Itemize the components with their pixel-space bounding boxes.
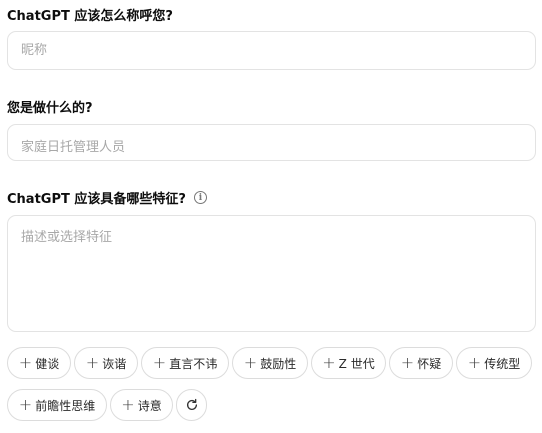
- occupation-label: 您是做什么的?: [7, 97, 93, 116]
- occupation-field-wrapper: [7, 124, 536, 161]
- trait-chip-witty[interactable]: + 诙谐: [74, 347, 138, 379]
- plus-icon: +: [152, 353, 167, 372]
- nickname-input[interactable]: [8, 32, 535, 69]
- trait-chip-poetic[interactable]: + 诗意: [110, 389, 173, 421]
- plus-icon: +: [85, 353, 100, 372]
- trait-chip-straight-shooting[interactable]: + 直言不讳: [141, 347, 229, 379]
- plus-icon: +: [243, 353, 258, 372]
- occupation-label-text: 您是做什么的?: [7, 101, 93, 116]
- chip-label: 传统型: [484, 356, 521, 371]
- plus-icon: +: [18, 395, 33, 414]
- chip-label: 直言不讳: [169, 356, 218, 371]
- chip-label: 前瞻性思维: [35, 398, 96, 413]
- nickname-label-text: ChatGPT 应该怎么称呼您?: [7, 9, 173, 24]
- trait-chip-traditional[interactable]: + 传统型: [456, 347, 532, 379]
- trait-chip-gen-z[interactable]: + Z 世代: [311, 347, 386, 379]
- plus-icon: +: [121, 395, 135, 414]
- chip-label: 健谈: [35, 356, 60, 371]
- nickname-field-wrapper: [7, 31, 536, 70]
- plus-icon: +: [322, 353, 336, 372]
- chip-label: Z 世代: [338, 356, 375, 371]
- chip-label: 鼓励性: [260, 356, 297, 371]
- refresh-icon: [186, 398, 197, 410]
- plus-icon: +: [467, 353, 482, 372]
- traits-label-text: ChatGPT 应该具备哪些特征?: [7, 192, 186, 207]
- occupation-input[interactable]: [8, 125, 535, 160]
- trait-chip-encouraging[interactable]: + 鼓励性: [232, 347, 308, 379]
- trait-chip-skeptical[interactable]: + 怀疑: [389, 347, 453, 379]
- traits-label: ChatGPT 应该具备哪些特征? i: [7, 188, 207, 207]
- refresh-traits-button[interactable]: [176, 389, 207, 421]
- nickname-label: ChatGPT 应该怎么称呼您?: [7, 5, 173, 24]
- trait-chip-chatty[interactable]: + 健谈: [7, 347, 71, 379]
- plus-icon: +: [400, 353, 415, 372]
- chip-label: 诗意: [137, 398, 162, 413]
- traits-textarea[interactable]: [8, 216, 535, 331]
- chip-label: 诙谐: [102, 356, 127, 371]
- traits-field-wrapper: [7, 215, 536, 332]
- plus-icon: +: [18, 353, 33, 372]
- trait-chip-forward-thinking[interactable]: + 前瞻性思维: [7, 389, 107, 421]
- chip-label: 怀疑: [417, 356, 442, 371]
- info-icon[interactable]: i: [193, 191, 207, 204]
